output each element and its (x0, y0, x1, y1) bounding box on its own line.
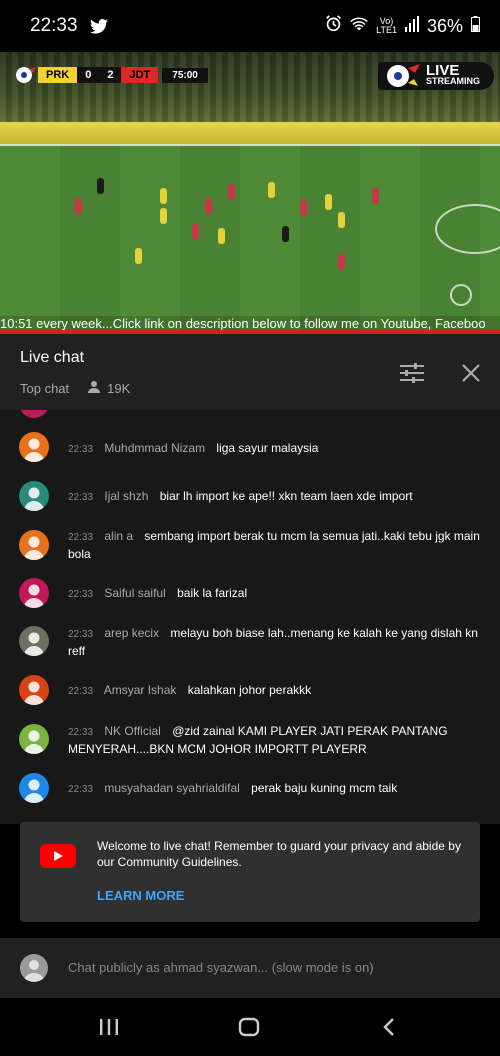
wifi-icon (350, 16, 368, 37)
chat-header: Live chat Top chat 19K (0, 334, 500, 410)
message-time: 22:33 (68, 686, 94, 697)
message-text: biar lh import ke ape!! xkn team laen xd… (159, 489, 413, 503)
message-author: Muhdmmad Nizam (104, 441, 206, 455)
person-icon (24, 487, 44, 511)
welcome-card: Welcome to live chat! Remember to guard … (20, 822, 480, 922)
sliders-icon[interactable] (399, 360, 425, 386)
battery-icon (471, 15, 480, 37)
message-author: arep kecix (104, 626, 160, 640)
viewer-count: 19K (87, 380, 130, 397)
away-team: JDT (121, 67, 159, 83)
back-icon[interactable] (374, 1014, 404, 1040)
user-avatar (20, 954, 48, 982)
avatar (19, 410, 49, 418)
avatar (19, 626, 49, 656)
volte-indicator: Vo) LTE1 (376, 17, 397, 35)
chat-messages[interactable]: 22:33 Muhdmmad Nizam liga sayur malaysia… (0, 410, 500, 824)
live-streaming-badge: LIVE STREAMING (378, 62, 494, 90)
avatar (19, 432, 49, 462)
message-text: kalahkan johor perakkk (187, 683, 312, 697)
message-author: Amsyar Ishak (103, 683, 177, 697)
streaming-label: STREAMING (426, 76, 480, 86)
twitter-icon (89, 18, 108, 34)
league-logo-icon (14, 66, 38, 84)
person-icon (24, 438, 44, 462)
youtube-icon (40, 844, 76, 868)
match-clock: 75:00 (162, 67, 208, 83)
message-author: alin a (104, 529, 134, 543)
status-icons: Vo) LTE1 36% (325, 15, 480, 37)
home-team: PRK (38, 67, 78, 83)
ad-board (0, 122, 500, 144)
message-text: perak baju kuning mcm taik (251, 781, 398, 795)
away-score: 2 (99, 67, 122, 83)
avatar (19, 578, 49, 608)
home-score: 0 (77, 67, 100, 83)
person-icon (24, 584, 44, 608)
recents-icon[interactable] (94, 1014, 124, 1040)
person-icon (24, 632, 44, 656)
chat-input-bar[interactable]: Chat publicly as ahmad syazwan... (slow … (0, 938, 500, 998)
message-text: liga sayur malaysia (216, 441, 319, 455)
welcome-text: Welcome to live chat! Remember to guard … (97, 839, 461, 869)
avatar (19, 724, 49, 754)
volte-bottom: LTE1 (376, 25, 397, 35)
chat-input[interactable]: Chat publicly as ahmad syazwan... (slow … (68, 960, 374, 975)
person-icon (24, 730, 44, 754)
person-icon (87, 380, 107, 397)
battery-percent: 36% (426, 15, 463, 36)
avatar (19, 773, 49, 803)
video-player[interactable]: PRK 0 2 JDT 75:00 LIVE STREAMING 10:51 e… (0, 52, 500, 334)
live-label: LIVE (426, 62, 460, 79)
signal-icon (404, 15, 419, 37)
message-time: 22:33 (68, 589, 94, 600)
scoreboard: PRK 0 2 JDT 75:00 (14, 66, 208, 84)
home-icon[interactable] (234, 1014, 264, 1040)
message-author: musyahadan syahrialdifal (104, 781, 240, 795)
status-bar: 22:33 Vo) LTE1 36% (0, 0, 500, 52)
message-time: 22:33 (68, 629, 94, 640)
person-icon (24, 681, 44, 705)
navigation-bar (0, 998, 500, 1056)
pitch (0, 144, 500, 334)
chat-title: Live chat (20, 349, 85, 366)
person-icon (24, 779, 44, 803)
message-time: 22:33 (68, 532, 94, 543)
avatar (19, 530, 49, 560)
status-time: 22:33 (30, 15, 78, 36)
close-icon[interactable] (458, 360, 484, 386)
avatar (19, 675, 49, 705)
message-time: 22:33 (68, 784, 94, 795)
top-chat-dropdown[interactable]: Top chat (20, 381, 69, 396)
message-author: Saiful saiful (104, 586, 166, 600)
message-text: baik la farizal (177, 586, 248, 600)
avatar (19, 481, 49, 511)
alarm-icon (325, 15, 342, 37)
broadcaster-logo-icon (450, 284, 472, 306)
person-icon (24, 536, 44, 560)
soccer-ball-icon (382, 63, 422, 94)
message-author: NK Official (104, 724, 161, 738)
message-author: Ijal shzh (104, 489, 149, 503)
message-time: 22:33 (68, 444, 94, 455)
message-time: 22:33 (68, 727, 94, 738)
message-time: 22:33 (68, 492, 94, 503)
viewer-count-value: 19K (107, 381, 131, 396)
learn-more-link[interactable]: LEARN MORE (97, 888, 184, 903)
